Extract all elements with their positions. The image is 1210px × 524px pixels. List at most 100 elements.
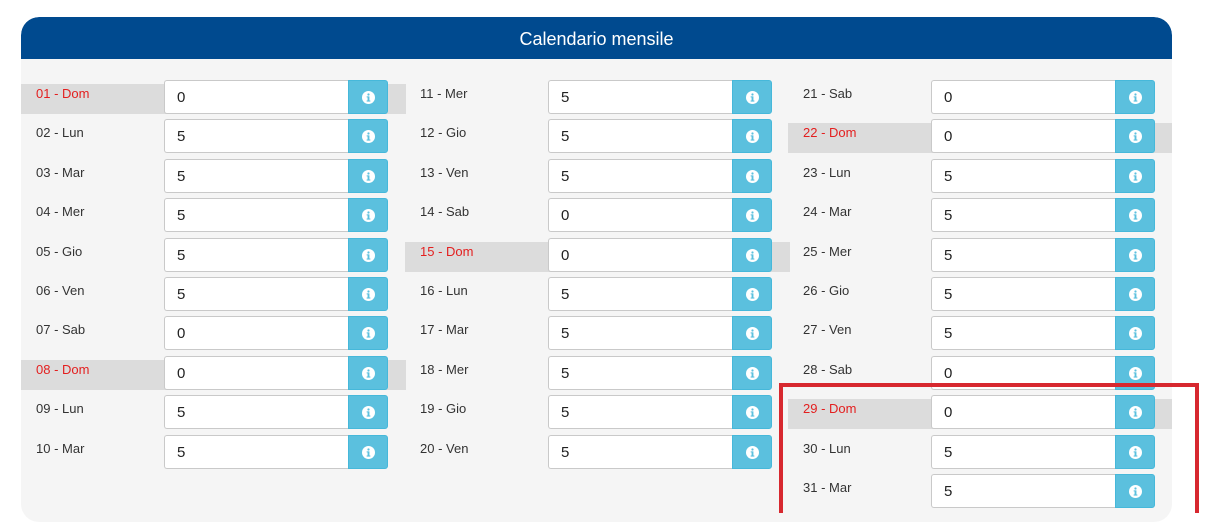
day-value-input[interactable] <box>931 277 1126 311</box>
info-circle-icon <box>361 208 375 222</box>
info-button[interactable] <box>1115 435 1155 469</box>
day-label: 25 - Mer <box>803 244 852 259</box>
info-circle-icon <box>361 405 375 419</box>
day-value-input[interactable] <box>164 316 359 350</box>
day-row: 11 - Mer <box>405 79 790 115</box>
day-label: 18 - Mer <box>420 362 469 377</box>
day-value-input[interactable] <box>548 198 743 232</box>
info-button[interactable] <box>348 119 388 153</box>
day-value-input[interactable] <box>548 316 743 350</box>
info-button[interactable] <box>348 80 388 114</box>
info-button[interactable] <box>732 238 772 272</box>
day-row: 31 - Mar <box>788 473 1172 509</box>
info-circle-icon <box>745 326 759 340</box>
day-value-input[interactable] <box>548 238 743 272</box>
day-row: 13 - Ven <box>405 158 790 194</box>
day-label: 26 - Gio <box>803 283 850 298</box>
panel-title: Calendario mensile <box>519 29 674 49</box>
info-circle-icon <box>745 208 759 222</box>
info-button[interactable] <box>348 198 388 232</box>
day-row: 12 - Gio <box>405 118 790 154</box>
day-row: 06 - Ven <box>21 276 406 312</box>
day-value-input[interactable] <box>548 395 743 429</box>
day-row: 07 - Sab <box>21 315 406 351</box>
day-value-input[interactable] <box>548 159 743 193</box>
day-row: 19 - Gio <box>405 394 790 430</box>
info-circle-icon <box>1128 484 1142 498</box>
day-label: 23 - Lun <box>803 165 851 180</box>
day-value-input[interactable] <box>931 80 1126 114</box>
info-button[interactable] <box>732 198 772 232</box>
day-value-input[interactable] <box>931 238 1126 272</box>
info-button[interactable] <box>1115 159 1155 193</box>
info-button[interactable] <box>732 80 772 114</box>
day-value-input[interactable] <box>931 435 1126 469</box>
day-value-input[interactable] <box>164 395 359 429</box>
info-button[interactable] <box>732 435 772 469</box>
info-circle-icon <box>745 169 759 183</box>
info-button[interactable] <box>348 395 388 429</box>
day-row: 05 - Gio <box>21 237 406 273</box>
day-label: 11 - Mer <box>420 86 468 101</box>
day-value-input[interactable] <box>164 198 359 232</box>
info-button[interactable] <box>1115 198 1155 232</box>
info-button[interactable] <box>732 316 772 350</box>
day-value-input[interactable] <box>164 159 359 193</box>
day-row: 23 - Lun <box>788 158 1172 194</box>
day-row: 09 - Lun <box>21 394 406 430</box>
day-row: 24 - Mar <box>788 197 1172 233</box>
info-circle-icon <box>745 90 759 104</box>
day-label: 09 - Lun <box>36 401 84 416</box>
day-value-input[interactable] <box>548 277 743 311</box>
info-button[interactable] <box>348 159 388 193</box>
info-button[interactable] <box>1115 356 1155 390</box>
info-button[interactable] <box>732 356 772 390</box>
info-button[interactable] <box>732 119 772 153</box>
info-button[interactable] <box>1115 277 1155 311</box>
info-button[interactable] <box>732 395 772 429</box>
day-value-input[interactable] <box>164 435 359 469</box>
day-value-input[interactable] <box>931 316 1126 350</box>
day-value-input[interactable] <box>931 159 1126 193</box>
day-value-input[interactable] <box>548 435 743 469</box>
day-label: 06 - Ven <box>36 283 85 298</box>
info-circle-icon <box>1128 405 1142 419</box>
day-value-input[interactable] <box>931 395 1126 429</box>
day-label: 13 - Ven <box>420 165 469 180</box>
info-button[interactable] <box>348 356 388 390</box>
day-value-input[interactable] <box>548 356 743 390</box>
day-value-input[interactable] <box>164 119 359 153</box>
day-value-input[interactable] <box>164 80 359 114</box>
day-value-input[interactable] <box>164 277 359 311</box>
day-value-input[interactable] <box>931 474 1126 508</box>
day-row: 14 - Sab <box>405 197 790 233</box>
info-button[interactable] <box>732 159 772 193</box>
info-circle-icon <box>745 287 759 301</box>
info-button[interactable] <box>1115 316 1155 350</box>
day-value-input[interactable] <box>931 198 1126 232</box>
info-button[interactable] <box>732 277 772 311</box>
day-label: 17 - Mar <box>420 322 469 337</box>
day-value-input[interactable] <box>548 119 743 153</box>
day-value-input[interactable] <box>931 356 1126 390</box>
info-circle-icon <box>1128 169 1142 183</box>
info-button[interactable] <box>348 316 388 350</box>
info-button[interactable] <box>1115 238 1155 272</box>
day-value-input[interactable] <box>931 119 1126 153</box>
info-button[interactable] <box>1115 80 1155 114</box>
day-value-input[interactable] <box>164 356 359 390</box>
info-button[interactable] <box>1115 474 1155 508</box>
info-button[interactable] <box>348 238 388 272</box>
day-label: 14 - Sab <box>420 204 470 219</box>
day-label: 28 - Sab <box>803 362 853 377</box>
info-button[interactable] <box>348 435 388 469</box>
info-button[interactable] <box>1115 395 1155 429</box>
info-button[interactable] <box>1115 119 1155 153</box>
day-label: 19 - Gio <box>420 401 467 416</box>
day-value-input[interactable] <box>164 238 359 272</box>
info-button[interactable] <box>348 277 388 311</box>
day-row: 20 - Ven <box>405 434 790 470</box>
day-row: 03 - Mar <box>21 158 406 194</box>
day-label: 08 - Dom <box>36 362 90 377</box>
day-value-input[interactable] <box>548 80 743 114</box>
